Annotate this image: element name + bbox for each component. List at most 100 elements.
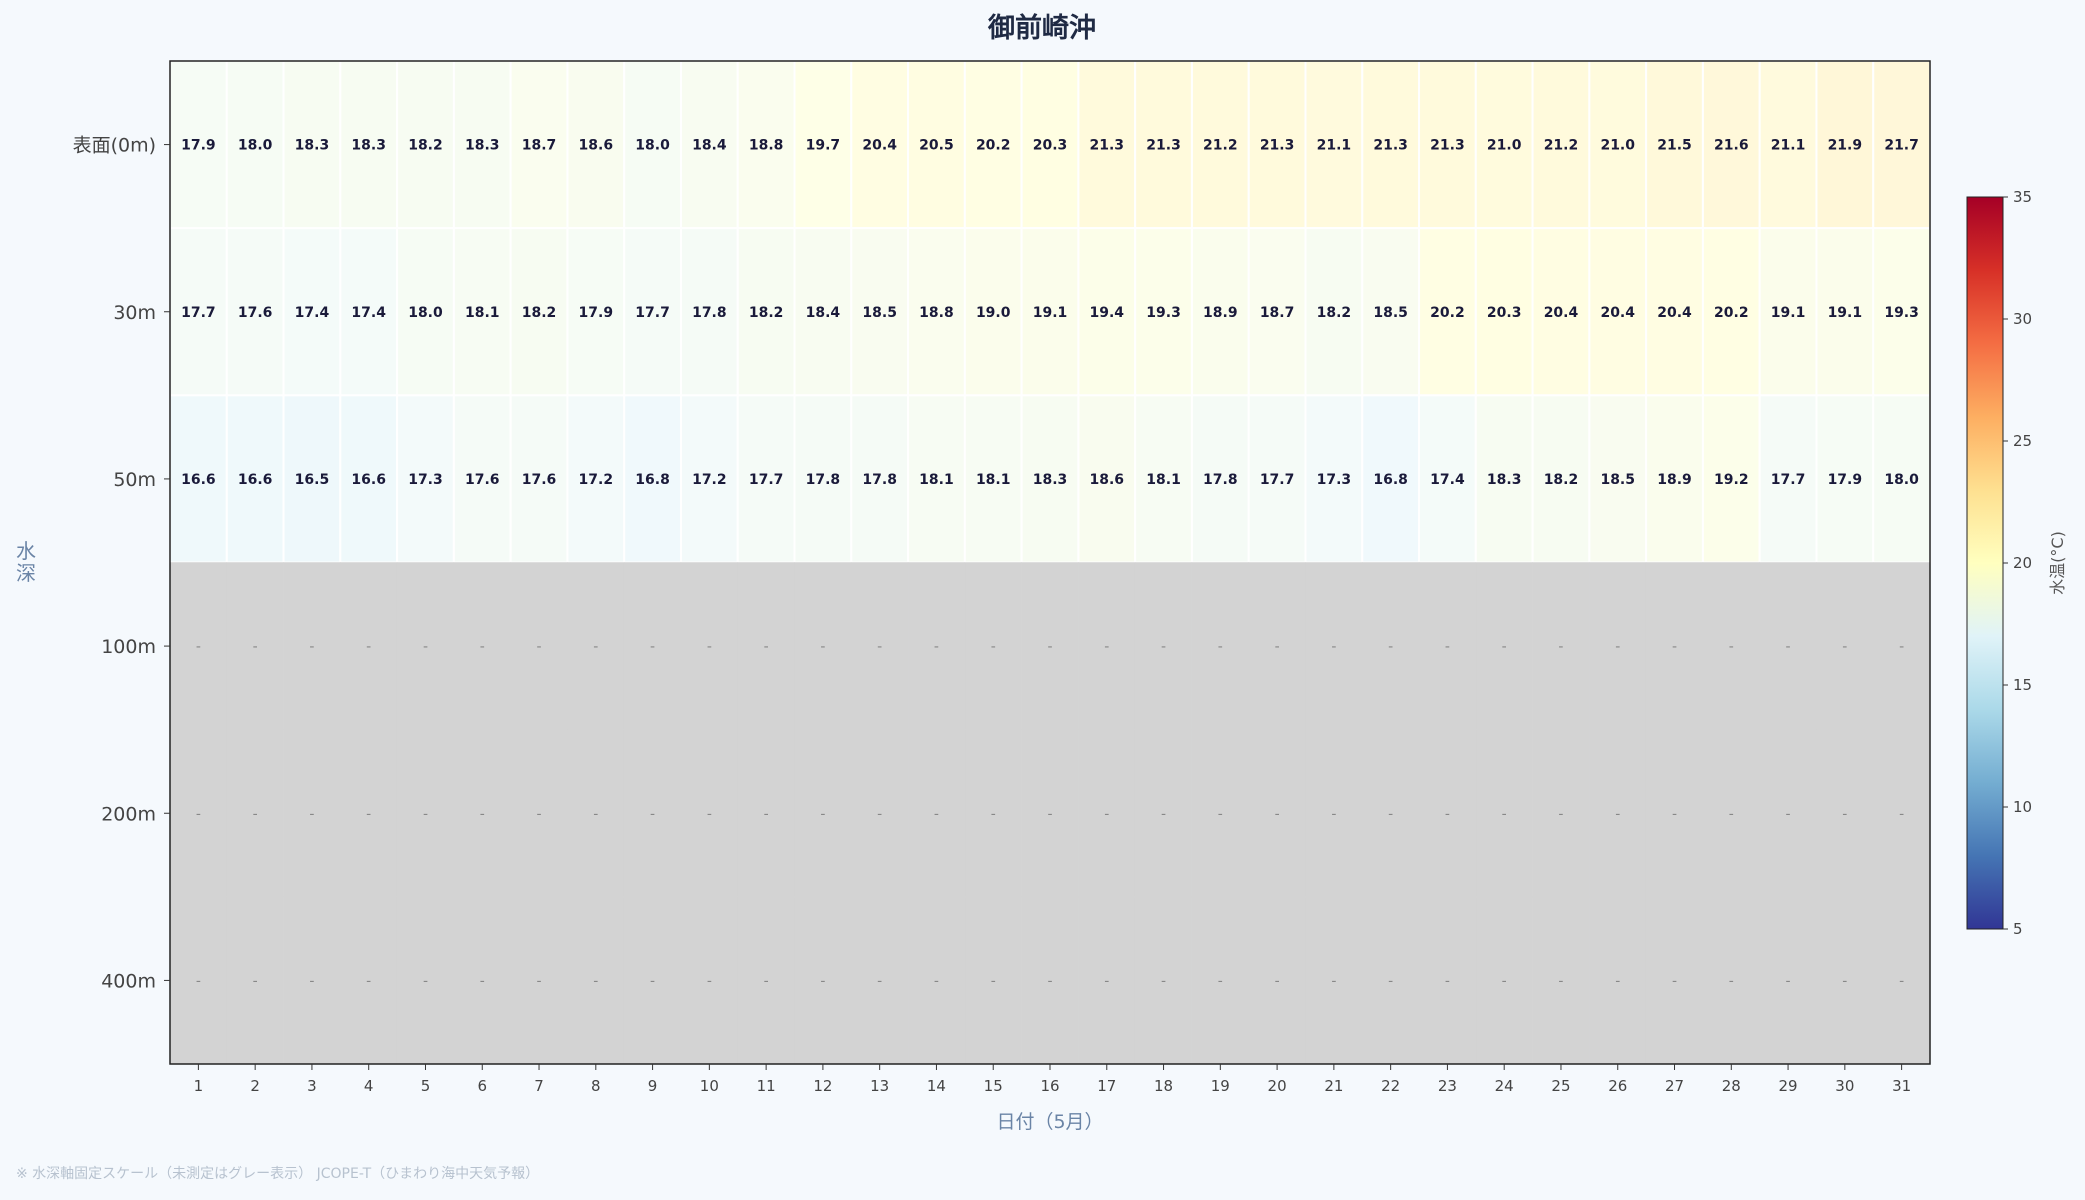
cell-value-label: 18.0 bbox=[238, 138, 273, 154]
colorbar-tick-label: 15 bbox=[2013, 676, 2032, 694]
cell-value-label: 16.6 bbox=[181, 472, 216, 488]
x-tick-label: 11 bbox=[757, 1077, 776, 1095]
cell-value-label: - bbox=[196, 806, 201, 822]
cell-value-label: 20.3 bbox=[1487, 305, 1522, 321]
cell-value-label: 18.6 bbox=[579, 138, 614, 154]
cell-value-label: 21.0 bbox=[1600, 138, 1635, 154]
cell-value-label: - bbox=[934, 639, 939, 655]
cell-value-label: - bbox=[423, 806, 428, 822]
cell-value-label: 21.2 bbox=[1203, 138, 1238, 154]
x-tick-label: 14 bbox=[927, 1077, 946, 1095]
cell-value-label: 17.3 bbox=[1317, 472, 1352, 488]
cell-value-label: 19.3 bbox=[1884, 305, 1919, 321]
cell-value-label: - bbox=[934, 806, 939, 822]
cell-value-label: - bbox=[1445, 973, 1450, 989]
cell-value-label: 18.1 bbox=[976, 472, 1011, 488]
cell-value-label: - bbox=[480, 806, 485, 822]
cell-value-label: - bbox=[707, 639, 712, 655]
cell-value-label: - bbox=[423, 973, 428, 989]
cell-value-label: - bbox=[1502, 639, 1507, 655]
y-axis-label-char: 水 bbox=[16, 539, 36, 563]
cell-value-label: 17.8 bbox=[1203, 472, 1238, 488]
x-tick-label: 15 bbox=[984, 1077, 1003, 1095]
cell-value-label: - bbox=[1275, 973, 1280, 989]
cell-value-label: 21.9 bbox=[1828, 138, 1863, 154]
cell-value-label: 17.8 bbox=[806, 472, 841, 488]
cell-value-label: - bbox=[253, 639, 258, 655]
cell-value-label: - bbox=[309, 806, 314, 822]
cell-value-label: - bbox=[1729, 806, 1734, 822]
cell-value-label: - bbox=[480, 639, 485, 655]
cell-value-label: 18.7 bbox=[1260, 305, 1295, 321]
cell-value-label: 16.5 bbox=[295, 472, 330, 488]
cell-value-label: 18.5 bbox=[1600, 472, 1635, 488]
cell-value-label: 18.8 bbox=[749, 138, 784, 154]
cell-value-label: 17.3 bbox=[408, 472, 443, 488]
x-tick-label: 28 bbox=[1722, 1077, 1741, 1095]
x-tick-label: 1 bbox=[194, 1077, 204, 1095]
cell-value-label: - bbox=[1502, 806, 1507, 822]
x-tick-label: 7 bbox=[534, 1077, 544, 1095]
cell-value-label: - bbox=[1786, 639, 1791, 655]
cell-value-label: - bbox=[593, 806, 598, 822]
cell-value-label: 17.7 bbox=[749, 472, 784, 488]
cell-value-label: - bbox=[877, 806, 882, 822]
cell-value-label: 18.4 bbox=[806, 305, 841, 321]
cell-value-label: 21.7 bbox=[1884, 138, 1919, 154]
cell-value-label: - bbox=[537, 973, 542, 989]
cell-value-label: 18.9 bbox=[1203, 305, 1238, 321]
cell-value-label: 21.5 bbox=[1657, 138, 1692, 154]
cell-value-label: - bbox=[1388, 973, 1393, 989]
cell-value-label: 17.7 bbox=[635, 305, 670, 321]
cell-value-label: 18.2 bbox=[1544, 472, 1579, 488]
cell-value-label: 17.6 bbox=[238, 305, 273, 321]
cell-value-label: - bbox=[1161, 639, 1166, 655]
cell-value-label: 20.5 bbox=[919, 138, 954, 154]
cell-value-label: 21.3 bbox=[1146, 138, 1181, 154]
cell-value-label: 17.2 bbox=[692, 472, 727, 488]
cell-value-label: 20.2 bbox=[1714, 305, 1749, 321]
cell-value-label: - bbox=[1161, 806, 1166, 822]
y-axis-label-char: 深 bbox=[16, 561, 36, 585]
cell-value-label: - bbox=[366, 973, 371, 989]
cell-value-label: - bbox=[1047, 973, 1052, 989]
cell-value-label: - bbox=[1331, 639, 1336, 655]
chart-root: 御前崎沖 17.9 18.0 18.3 18.3 18.2 18.3 18.7 18.6 18.… bbox=[0, 0, 2085, 1196]
cell-value-label: - bbox=[253, 973, 258, 989]
cell-value-label: 20.4 bbox=[862, 138, 897, 154]
cell-value-label: 18.1 bbox=[1146, 472, 1181, 488]
cell-value-label: - bbox=[1502, 973, 1507, 989]
cell-value-label: - bbox=[196, 639, 201, 655]
cell-value-label: - bbox=[1331, 973, 1336, 989]
cell-value-label: 21.3 bbox=[1260, 138, 1295, 154]
cell-value-label: 17.6 bbox=[522, 472, 557, 488]
cell-value-label: 17.7 bbox=[181, 305, 216, 321]
cell-value-label: - bbox=[820, 806, 825, 822]
x-tick-label: 26 bbox=[1608, 1077, 1627, 1095]
cell-value-label: - bbox=[1218, 806, 1223, 822]
cell-value-label: - bbox=[253, 806, 258, 822]
cell-value-label: 20.2 bbox=[976, 138, 1011, 154]
cell-value-label: - bbox=[1558, 806, 1563, 822]
footnote: ※ 水深軸固定スケール（未測定はグレー表示） JCOPE-T（ひまわり海中天気予… bbox=[16, 1166, 539, 1182]
cell-value-label: 17.4 bbox=[351, 305, 386, 321]
cell-value-label: - bbox=[1786, 973, 1791, 989]
cell-value-label: - bbox=[593, 639, 598, 655]
cell-value-label: - bbox=[877, 639, 882, 655]
cell-value-label: - bbox=[764, 973, 769, 989]
cell-value-label: 19.7 bbox=[806, 138, 841, 154]
cell-value-label: - bbox=[366, 639, 371, 655]
cell-value-label: - bbox=[537, 639, 542, 655]
cell-value-label: 18.3 bbox=[351, 138, 386, 154]
cell-value-label: 19.1 bbox=[1828, 305, 1863, 321]
cell-value-label: 21.3 bbox=[1090, 138, 1125, 154]
cell-value-label: - bbox=[1218, 639, 1223, 655]
heatmap-chart: 御前崎沖 17.9 18.0 18.3 18.3 18.2 18.3 18.7 18.6 18.… bbox=[16, 12, 2067, 1182]
cell-value-label: - bbox=[1842, 639, 1847, 655]
cell-value-label: 19.1 bbox=[1033, 305, 1068, 321]
cell-value-label: 16.8 bbox=[635, 472, 670, 488]
cell-value-label: 16.6 bbox=[238, 472, 273, 488]
x-tick-label: 16 bbox=[1040, 1077, 1059, 1095]
cell-value-label: 18.9 bbox=[1657, 472, 1692, 488]
cell-value-label: - bbox=[1615, 639, 1620, 655]
